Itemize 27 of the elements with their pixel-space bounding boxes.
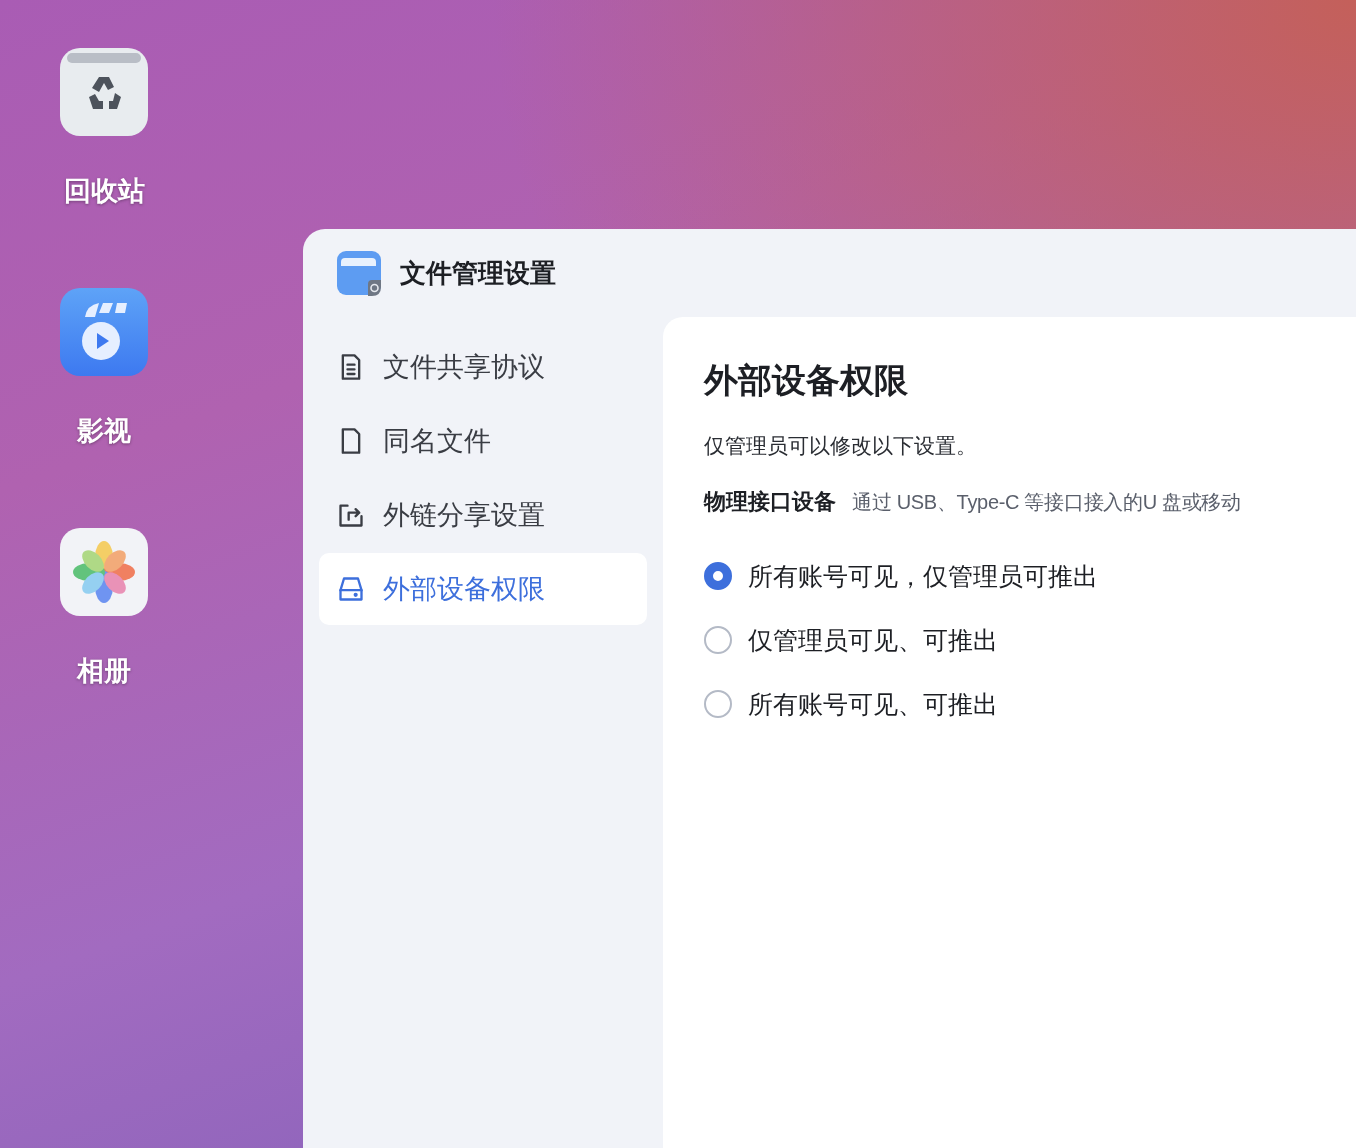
radio-label[interactable]: 所有账号可见，仅管理员可推出 bbox=[748, 559, 1098, 593]
sidebar-item[interactable]: 文件共享协议 bbox=[319, 331, 647, 403]
radio-button[interactable] bbox=[704, 562, 732, 590]
window-title: 文件管理设置 bbox=[400, 256, 556, 290]
video-app-icon[interactable] bbox=[59, 287, 149, 377]
sidebar-item-label: 文件共享协议 bbox=[383, 351, 545, 384]
drive-icon bbox=[337, 575, 365, 603]
sidebar-item-label: 同名文件 bbox=[383, 425, 491, 458]
photos-app-icon[interactable] bbox=[59, 527, 149, 617]
radio-label[interactable]: 所有账号可见、可推出 bbox=[748, 687, 998, 721]
section-heading: 外部设备权限 bbox=[704, 360, 909, 401]
folder-settings-icon bbox=[336, 250, 382, 296]
sidebar-item[interactable]: 外链分享设置 bbox=[319, 479, 647, 551]
sidebar-item-label: 外链分享设置 bbox=[383, 499, 545, 532]
radio-button[interactable] bbox=[704, 690, 732, 718]
sidebar-item-label: 外部设备权限 bbox=[383, 573, 545, 606]
radio-button[interactable] bbox=[704, 626, 732, 654]
sidebar-item[interactable]: 外部设备权限 bbox=[319, 553, 647, 625]
admin-note: 仅管理员可以修改以下设置。 bbox=[704, 433, 978, 459]
setting-label: 物理接口设备 bbox=[704, 488, 836, 516]
desktop-icon-label[interactable]: 影视 bbox=[77, 413, 131, 449]
setting-description: 通过 USB、Type-C 等接口接入的U 盘或移动 bbox=[852, 490, 1241, 515]
radio-label[interactable]: 仅管理员可见、可推出 bbox=[748, 623, 998, 657]
recycle-bin-icon[interactable] bbox=[59, 47, 149, 137]
sidebar-item[interactable]: 同名文件 bbox=[319, 405, 647, 477]
desktop-icon-label[interactable]: 相册 bbox=[77, 653, 131, 689]
desktop-icon-label[interactable]: 回收站 bbox=[63, 173, 145, 209]
